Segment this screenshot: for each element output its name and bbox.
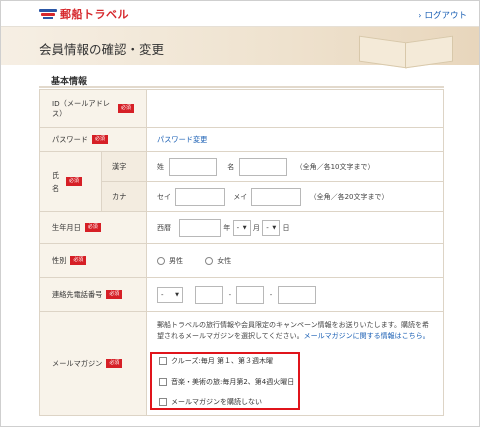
site-header: 郵船トラベル › ログアウト (1, 1, 479, 27)
magazine-option-cruise[interactable]: クルーズ:毎月 第１、第３週木曜 (159, 356, 273, 366)
row-gender: 性別 必須 男性 女性 (39, 243, 444, 278)
required-badge: 必須 (70, 256, 87, 265)
row-birthday: 生年月日 必須 西暦 年 - ▼ 月 - ▼ 日 (39, 211, 444, 244)
birth-month-value: - (236, 223, 240, 232)
logout-label: ログアウト (424, 11, 467, 21)
dropdown-arrow-icon: ▼ (175, 291, 179, 298)
kanji-value-cell: 姓 名 （全角／各10文字まで） (146, 151, 444, 182)
birth-day-value: - (266, 223, 269, 232)
magazine-option-label: クルーズ:毎月 第１、第３週木曜 (171, 357, 274, 365)
phone-dash: - (228, 290, 232, 299)
birthday-era-label: 西暦 (157, 223, 171, 232)
checkbox[interactable] (159, 357, 167, 365)
kanji-mei-input[interactable] (239, 157, 288, 176)
kanji-mei-label: 名 (227, 162, 235, 171)
kana-label: カナ (112, 191, 127, 201)
phone-label-cell: 連絡先電話番号 必須 (39, 277, 147, 312)
magazine-description: 郵船トラベルの旅行情報や会員限定のキャンペーン情報をお送りいたします。購読を希望… (157, 312, 443, 342)
magazine-option-art[interactable]: 音楽・美術の旅:毎月第2、第4週火曜日 (159, 377, 294, 387)
password-value-cell: パスワード変更 (146, 127, 444, 152)
row-name-kanji: 氏名必須 漢字 姓 名 （全角／各10文字まで） (39, 151, 444, 212)
gender-value-cell: 男性 女性 (146, 243, 444, 278)
kana-mei-input[interactable] (251, 187, 302, 206)
row-id: ID（メールアドレス） 必須 (39, 89, 444, 128)
phone-dash: - (269, 290, 273, 299)
dropdown-arrow-icon: ▼ (242, 224, 247, 231)
birth-month-unit: 月 (252, 223, 260, 232)
row-password: パスワード 必須 パスワード変更 (39, 127, 444, 152)
required-badge: 必須 (84, 223, 101, 232)
phone-part1-input[interactable] (195, 285, 224, 304)
required-badge: 必須 (66, 177, 83, 186)
magazine-label: メールマガジン (52, 358, 103, 368)
phone-prefix-value: - (161, 290, 164, 299)
magazine-option-label: メールマガジンを購読しない (171, 398, 262, 406)
birthday-label-cell: 生年月日 必須 (39, 211, 147, 244)
open-book-icon (341, 31, 461, 69)
birth-day-select[interactable]: - ▼ (262, 219, 281, 236)
logout-link[interactable]: › ログアウト (418, 9, 467, 22)
kana-sei-label: セイ (157, 192, 171, 201)
password-change-link[interactable]: パスワード変更 (157, 135, 207, 144)
page-frame: 郵船トラベル › ログアウト 会員情報の確認・変更 基本情報 ID（メールアドレ… (0, 0, 480, 427)
magazine-label-cell: メールマガジン 必須 (39, 311, 147, 416)
checkbox[interactable] (159, 398, 167, 406)
page-banner: 会員情報の確認・変更 (1, 27, 479, 69)
kana-value-cell: セイ メイ （全角／各20文字まで） (146, 181, 444, 212)
kanji-label-cell: 漢字 (101, 151, 147, 182)
required-badge: 必須 (91, 135, 108, 144)
phone-value-cell: - ▼ - - (146, 277, 444, 312)
logo-text: 郵船トラベル (60, 8, 129, 21)
gender-label: 性別 (52, 255, 67, 265)
birth-month-select[interactable]: - ▼ (232, 219, 251, 236)
kanji-sei-label: 姓 (157, 162, 164, 171)
phone-prefix-select[interactable]: - ▼ (157, 286, 183, 303)
chevron-right-icon: › (418, 10, 422, 20)
page-title: 会員情報の確認・変更 (39, 42, 165, 57)
required-badge: 必須 (118, 104, 135, 113)
required-badge: 必須 (106, 359, 123, 368)
birth-year-input[interactable] (179, 218, 221, 237)
gender-female-radio[interactable] (205, 256, 214, 265)
row-phone: 連絡先電話番号 必須 - ▼ - - (39, 277, 444, 312)
kana-sei-input[interactable] (175, 187, 225, 206)
phone-part2-input[interactable] (236, 285, 265, 304)
password-label: パスワード (52, 134, 88, 144)
birthday-value-cell: 西暦 年 - ▼ 月 - ▼ 日 (146, 211, 444, 244)
kanji-hint: （全角／各10文字まで） (295, 162, 375, 171)
birth-day-unit: 日 (282, 223, 290, 232)
kana-hint: （全角／各20文字まで） (309, 192, 389, 201)
name-label-cell: 氏名必須 (39, 151, 102, 212)
magazine-info-link[interactable]: メールマガジンに関する情報はこちら。 (304, 332, 430, 340)
logo-mark-icon (39, 8, 57, 20)
gender-label-cell: 性別 必須 (39, 243, 147, 278)
kana-label-cell: カナ (101, 181, 147, 212)
name-label: 氏名 (52, 170, 60, 193)
kanji-sei-input[interactable] (169, 157, 217, 176)
kanji-label: 漢字 (112, 161, 127, 171)
id-value-cell (146, 89, 444, 128)
gender-male-radio[interactable] (157, 256, 165, 265)
gender-female-label: 女性 (217, 256, 232, 265)
magazine-option-none[interactable]: メールマガジンを購読しない (159, 397, 262, 407)
required-badge: 必須 (106, 290, 123, 299)
kana-mei-label: メイ (233, 192, 248, 201)
section-divider (39, 86, 444, 88)
id-label-cell: ID（メールアドレス） 必須 (39, 89, 147, 128)
magazine-option-label: 音楽・美術の旅:毎月第2、第4週火曜日 (171, 378, 295, 386)
birthday-label: 生年月日 (52, 222, 81, 232)
phone-label: 連絡先電話番号 (52, 289, 103, 299)
gender-male-label: 男性 (169, 256, 183, 265)
site-logo[interactable]: 郵船トラベル (39, 7, 129, 21)
id-label: ID（メールアドレス） (52, 98, 110, 118)
password-label-cell: パスワード 必須 (39, 127, 147, 152)
phone-part3-input[interactable] (277, 285, 316, 304)
checkbox[interactable] (159, 378, 167, 386)
birth-year-unit: 年 (223, 223, 231, 232)
dropdown-arrow-icon: ▼ (272, 224, 277, 231)
